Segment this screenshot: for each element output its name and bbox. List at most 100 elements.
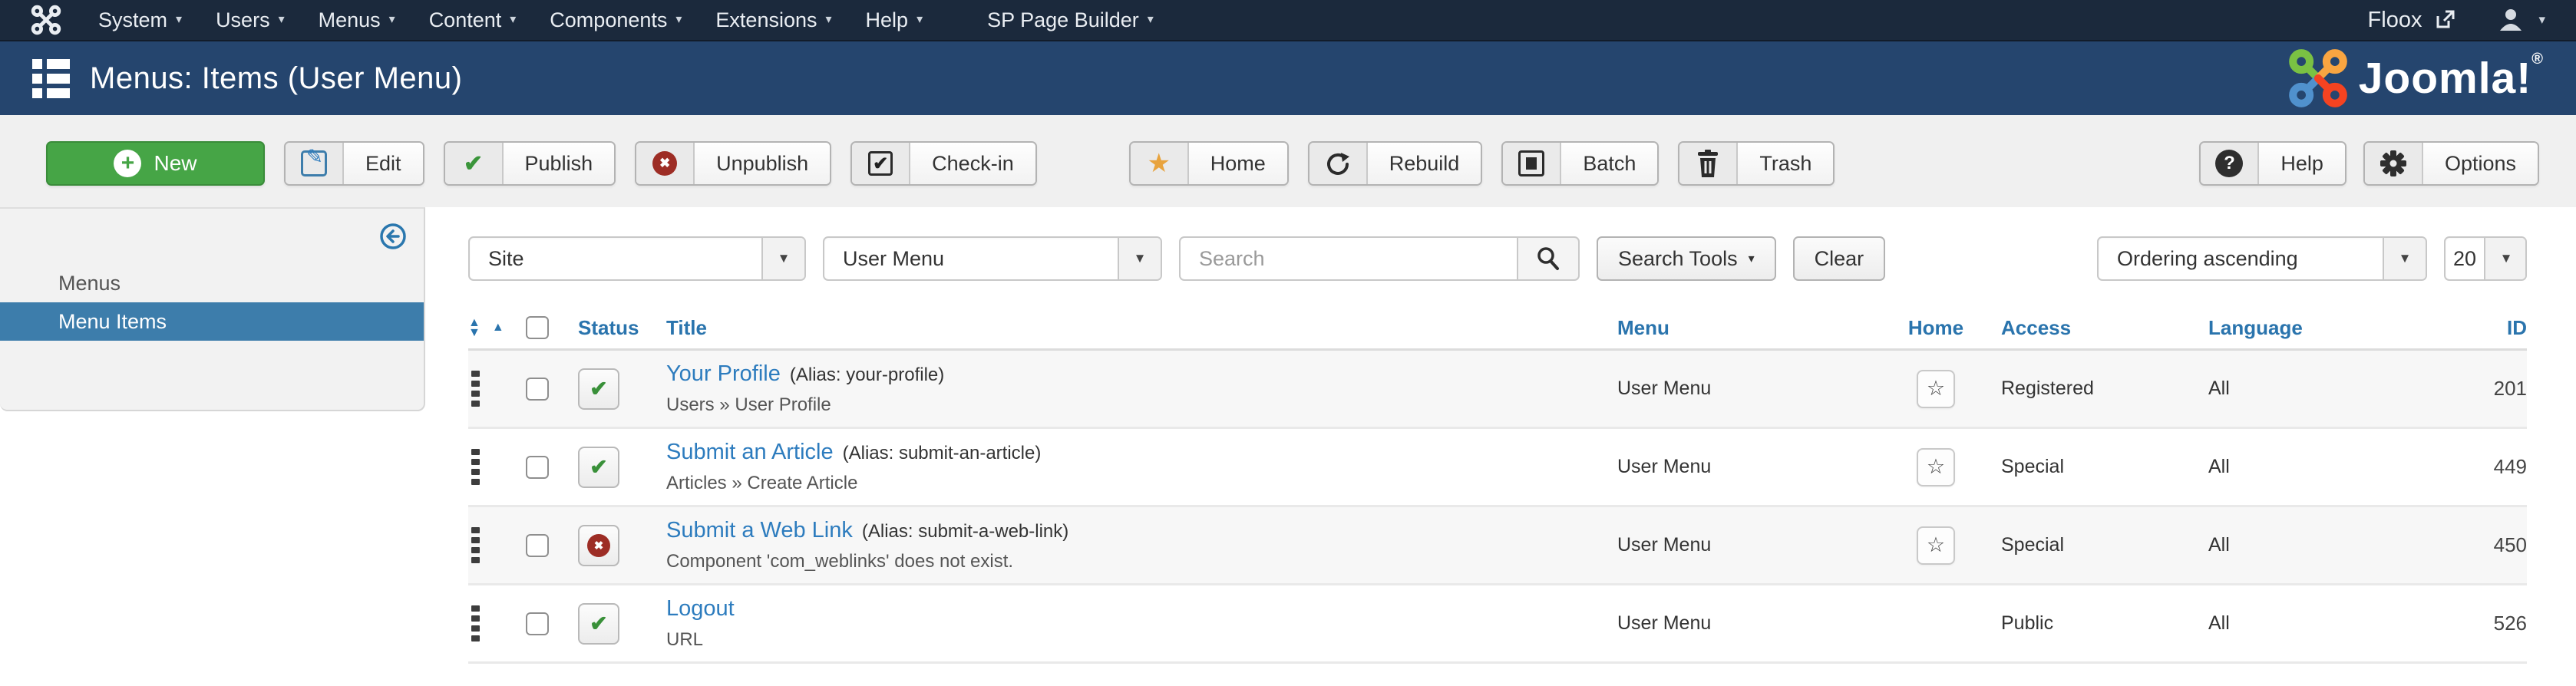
chevron-down-icon: ▾ (825, 13, 832, 26)
menu-system[interactable]: System ▾ (81, 0, 199, 41)
batch-button[interactable]: Batch (1501, 141, 1660, 186)
item-menu: User Menu (1617, 534, 1712, 556)
help-button-label: Help (2259, 143, 2345, 184)
select-all-checkbox[interactable] (526, 316, 549, 339)
star-outline-icon: ☆ (1926, 377, 1946, 400)
item-path: URL (666, 629, 704, 650)
sidebar-item-menu-items[interactable]: Menu Items (0, 302, 424, 341)
search-button[interactable] (1517, 236, 1580, 281)
table-row: ✔ Submit an Article (Alias: submit-an-ar… (468, 429, 2527, 507)
menu-select[interactable]: User Menu ▼ (823, 236, 1162, 281)
chevron-down-icon: ▾ (388, 13, 395, 26)
chevron-down-icon: ▾ (1147, 13, 1154, 26)
menu-sp-page-builder[interactable]: SP Page Builder ▾ (970, 0, 1171, 41)
user-menu[interactable]: ▾ (2498, 8, 2545, 32)
search-input[interactable] (1179, 236, 1517, 281)
chevron-down-icon: ▾ (278, 13, 285, 26)
publish-button[interactable]: ✔ Publish (443, 141, 616, 186)
drag-handle-icon[interactable] (471, 605, 480, 641)
joomla-logo: Joomla!® (2288, 48, 2544, 108)
collapse-sidebar-button[interactable] (379, 223, 407, 254)
item-access: Special (2001, 456, 2064, 477)
home-toggle-button[interactable]: ☆ (1917, 447, 1955, 486)
filter-bar: Site ▼ User Menu ▼ Search Tools ▾ (468, 236, 2527, 281)
menu-components[interactable]: Components ▾ (533, 0, 698, 41)
column-header-menu[interactable]: Menu (1617, 316, 1871, 340)
item-title-link[interactable]: Your Profile (666, 361, 781, 387)
row-checkbox[interactable] (526, 455, 549, 479)
item-id: 450 (2493, 533, 2527, 556)
menu-help[interactable]: Help ▾ (849, 0, 940, 41)
drag-handle-icon[interactable] (471, 527, 480, 563)
search-tools-button[interactable]: Search Tools ▾ (1597, 236, 1776, 281)
rebuild-button[interactable]: Rebuild (1307, 141, 1483, 186)
menu-users[interactable]: Users ▾ (199, 0, 302, 41)
menu-extensions[interactable]: Extensions ▾ (698, 0, 848, 41)
column-header-status[interactable]: Status (578, 316, 666, 340)
options-button[interactable]: Options (2363, 141, 2539, 186)
sidebar-item-menus-label: Menus (58, 271, 121, 295)
item-path: Component 'com_weblinks' does not exist. (666, 551, 1014, 572)
column-header-id[interactable]: ID (2439, 316, 2527, 340)
status-unpublished-button[interactable]: ✖ (578, 524, 619, 566)
clear-button-label: Clear (1814, 246, 1864, 270)
item-title-link[interactable]: Submit an Article (666, 440, 834, 465)
edit-button[interactable]: ✎ Edit (284, 141, 424, 186)
item-language: All (2208, 612, 2230, 634)
page-title-bar: Menus: Items (User Menu) Joomla!® (0, 41, 2576, 115)
home-button-label: Home (1188, 143, 1287, 184)
checkin-button[interactable]: ✔ Check-in (850, 141, 1037, 186)
trash-button[interactable]: Trash (1678, 141, 1835, 186)
item-alias: (Alias: your-profile) (789, 364, 945, 385)
column-header-access[interactable]: Access (2001, 316, 2208, 340)
view-site-link[interactable]: Floox (2368, 8, 2456, 33)
item-access: Registered (2001, 378, 2094, 399)
status-published-button[interactable]: ✔ (578, 446, 619, 488)
chevron-down-icon: ▾ (916, 13, 923, 26)
column-header-home[interactable]: Home (1871, 316, 2001, 340)
gear-icon (2379, 150, 2406, 176)
item-alias: (Alias: submit-an-article) (842, 443, 1042, 463)
drag-handle-icon[interactable] (471, 371, 480, 407)
item-language: All (2208, 534, 2230, 556)
admin-top-bar: System ▾ Users ▾ Menus ▾ Content ▾ Compo… (0, 0, 2576, 41)
row-checkbox[interactable] (526, 612, 549, 635)
status-published-button[interactable]: ✔ (578, 602, 619, 645)
ordering-sort-icon[interactable]: ▲ ▼ (468, 317, 481, 339)
home-toggle-button[interactable]: ☆ (1917, 526, 1955, 565)
status-published-button[interactable]: ✔ (578, 368, 619, 410)
row-checkbox[interactable] (526, 377, 549, 401)
column-header-title[interactable]: Title (666, 316, 1617, 340)
item-menu: User Menu (1617, 378, 1712, 399)
ordering-select[interactable]: Ordering ascending ▼ (2097, 236, 2427, 281)
chevron-down-icon: ▾ (675, 13, 682, 26)
drag-handle-icon[interactable] (471, 449, 480, 485)
item-title-link[interactable]: Logout (666, 596, 735, 622)
sort-ascending-icon[interactable]: ▲ (492, 321, 504, 335)
site-select[interactable]: Site ▼ (468, 236, 806, 281)
toolbar: + New ✎ Edit ✔ Publish ✖ Unpublish ✔ Che… (0, 115, 2576, 207)
checkin-button-label: Check-in (910, 143, 1035, 184)
item-title-link[interactable]: Submit a Web Link (666, 518, 853, 543)
question-mark-icon: ? (2215, 150, 2244, 177)
limit-select[interactable]: 20 ▼ (2444, 236, 2527, 281)
menu-menus[interactable]: Menus ▾ (302, 0, 412, 41)
unpublish-button[interactable]: ✖ Unpublish (635, 141, 832, 186)
star-outline-icon: ☆ (1926, 455, 1946, 478)
home-toggle-button[interactable]: ☆ (1917, 369, 1955, 408)
edit-button-label: Edit (344, 143, 423, 184)
arrow-left-circle-icon (380, 223, 406, 249)
menu-select-value: User Menu (843, 246, 945, 270)
table-header: ▲ ▼ ▲ Status Title Menu Home Access Langu… (468, 307, 2527, 351)
sidebar-item-menus[interactable]: Menus (0, 264, 424, 302)
item-id: 201 (2493, 377, 2527, 400)
home-button[interactable]: ★ Home (1128, 141, 1289, 186)
cross-circle-icon: ✖ (587, 533, 610, 557)
row-checkbox[interactable] (526, 533, 549, 557)
clear-button[interactable]: Clear (1792, 236, 1886, 281)
new-button[interactable]: + New (46, 141, 265, 186)
item-path: Users » User Profile (666, 394, 831, 415)
help-button[interactable]: ? Help (2199, 141, 2346, 186)
menu-content[interactable]: Content ▾ (412, 0, 533, 41)
column-header-language[interactable]: Language (2208, 316, 2439, 340)
